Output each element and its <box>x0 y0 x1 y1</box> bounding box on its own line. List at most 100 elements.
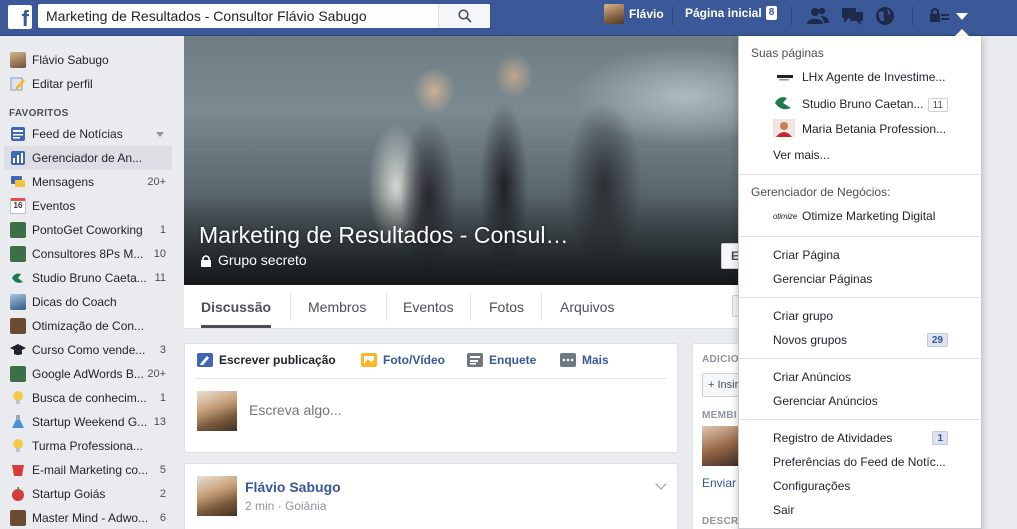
chevron-down-icon[interactable] <box>655 478 667 490</box>
composer-tab-write[interactable]: Escrever publicação <box>197 353 336 367</box>
search-button[interactable] <box>438 4 490 28</box>
sidebar-item-group[interactable]: Otimização de Con... <box>4 314 172 338</box>
home-link[interactable]: Página inicial 8 <box>685 6 778 20</box>
sidebar-edit-profile[interactable]: Editar perfil <box>4 72 172 96</box>
group-icon <box>10 246 26 262</box>
notifications-globe-icon[interactable] <box>874 6 898 26</box>
settings-item[interactable]: Configurações <box>773 475 973 497</box>
your-pages-header: Suas páginas <box>751 46 824 60</box>
sidebar-item-cup[interactable]: E-mail Marketing co... 5 <box>4 458 172 482</box>
composer-tab-photo-video[interactable]: Foto/Vídeo <box>361 353 445 367</box>
divider <box>739 419 981 420</box>
sidebar-item-group[interactable]: Google AdWords B... 20+ <box>4 362 172 386</box>
sidebar-count: 6 <box>159 512 166 524</box>
business-account-item[interactable]: Otimize Marketing Digital <box>802 205 962 227</box>
sidebar-item-label: Editar perfil <box>32 77 93 91</box>
manage-ads-item[interactable]: Gerenciar Anúncios <box>773 390 973 412</box>
tab-discussion[interactable]: Discussão <box>201 285 272 328</box>
see-more-link[interactable]: Ver mais... <box>773 144 973 166</box>
avatar[interactable] <box>197 476 237 516</box>
sidebar-item-events[interactable]: 16 Eventos <box>4 194 172 218</box>
sidebar-item-course[interactable]: Curso Como vende... 3 <box>4 338 172 362</box>
composer-tab-label: Escrever publicação <box>219 353 336 367</box>
post-author[interactable]: Flávio Sabugo <box>245 479 341 495</box>
group-title[interactable]: Marketing de Resultados - Consul… <box>199 222 568 249</box>
dropdown-page-item[interactable]: Maria Betania Profession... <box>802 118 962 140</box>
sidebar-item-label: Google AdWords B... <box>32 367 144 381</box>
otimize-logo-icon: otimize <box>773 212 797 221</box>
composer-tab-label: Foto/Vídeo <box>383 353 445 367</box>
send-link[interactable]: Enviar <box>702 476 736 490</box>
group-privacy: Grupo secreto <box>200 252 307 268</box>
flask-icon <box>12 415 24 428</box>
studio-logo-icon <box>12 273 23 283</box>
page-notification-count: 11 <box>927 98 948 112</box>
avatar <box>197 391 237 431</box>
sidebar-item-lab[interactable]: Startup Weekend G... 13 <box>4 410 172 434</box>
sidebar-item-label: Startup Goiás <box>32 487 106 501</box>
member-avatar[interactable] <box>702 426 742 466</box>
group-cover-photo[interactable]: Marketing de Resultados - Consul… Grupo … <box>184 36 740 285</box>
dropdown-arrow <box>955 29 969 36</box>
logout-item[interactable]: Sair <box>773 499 973 521</box>
create-group-item[interactable]: Criar grupo <box>773 305 973 327</box>
search-input[interactable] <box>38 4 438 28</box>
new-groups-count: 29 <box>926 333 948 347</box>
news-feed-preferences-item[interactable]: Preferências do Feed de Notíc... <box>773 451 973 473</box>
sidebar-profile[interactable]: Flávio Sabugo <box>4 48 172 72</box>
account-menu-caret-icon[interactable] <box>954 6 970 26</box>
home-badge: 8 <box>765 6 778 20</box>
sidebar-item-group[interactable]: PontoGet Coworking 1 <box>4 218 172 242</box>
composer-input[interactable] <box>249 402 629 418</box>
calendar-icon: 16 <box>10 198 26 214</box>
group-icon <box>10 366 26 382</box>
sidebar-item-news-feed[interactable]: Feed de Notícias <box>4 122 172 146</box>
post-meta: 2 min · Goiânia <box>245 499 327 513</box>
profile-link[interactable]: Flávio <box>604 4 664 24</box>
divider <box>739 174 981 175</box>
sidebar-item-group[interactable]: Consultores 8Ps M... 10 <box>4 242 172 266</box>
sidebar-item-group[interactable]: Master Mind - Adwo... 6 <box>4 506 172 529</box>
divider <box>290 293 291 321</box>
chevron-down-icon[interactable] <box>156 131 164 137</box>
composer-tab-more[interactable]: Mais <box>560 353 609 367</box>
sidebar-item-page[interactable]: Dicas do Coach <box>4 290 172 314</box>
sidebar-item-label: Feed de Notícias <box>32 127 123 141</box>
search-icon <box>458 9 472 23</box>
composer-tab-poll[interactable]: Enquete <box>467 353 536 367</box>
dropdown-page-item[interactable]: LHx Agente de Investime... <box>802 66 962 88</box>
tab-members[interactable]: Membros <box>308 285 366 329</box>
privacy-lock-icon[interactable] <box>928 6 952 26</box>
sidebar-item-ads-manager[interactable]: Gerenciador de An... <box>4 146 172 170</box>
sidebar-item-page[interactable]: Studio Bruno Caeta... 11 <box>4 266 172 290</box>
tab-events[interactable]: Eventos <box>403 285 454 329</box>
sidebar-count: 2 <box>159 488 166 500</box>
create-ads-item[interactable]: Criar Anúncios <box>773 366 973 388</box>
divider <box>386 293 387 321</box>
photo-icon <box>361 353 377 367</box>
sidebar-item-idea[interactable]: Busca de conhecim... 1 <box>4 386 172 410</box>
ads-manager-chart-icon <box>11 151 25 165</box>
create-page-item[interactable]: Criar Página <box>773 244 973 266</box>
tab-photos[interactable]: Fotos <box>489 285 524 329</box>
sidebar-item-label: PontoGet Coworking <box>32 223 143 237</box>
sidebar-item-label: Eventos <box>32 199 76 213</box>
manage-pages-item[interactable]: Gerenciar Páginas <box>773 268 973 290</box>
pencil-icon <box>197 353 213 367</box>
tab-files[interactable]: Arquivos <box>560 285 614 329</box>
messages-icon <box>11 176 25 187</box>
news-feed-icon <box>11 127 25 141</box>
sidebar-item-idea[interactable]: Turma Professiona... <box>4 434 172 458</box>
lightbulb-icon <box>13 439 23 452</box>
sidebar-item-messages[interactable]: Mensagens 20+ <box>4 170 172 194</box>
sidebar-item-apple[interactable]: Startup Goiás 2 <box>4 482 172 506</box>
friend-requests-icon[interactable] <box>806 6 830 26</box>
messages-icon[interactable] <box>841 6 865 26</box>
divider <box>672 6 673 26</box>
composer-tab-label: Enquete <box>489 353 537 367</box>
sidebar-item-label: Gerenciador de An... <box>32 151 143 165</box>
pencil-icon <box>10 77 25 91</box>
facebook-logo[interactable]: f <box>8 5 32 29</box>
divider <box>791 6 792 26</box>
sidebar-item-label: E-mail Marketing co... <box>32 463 149 477</box>
